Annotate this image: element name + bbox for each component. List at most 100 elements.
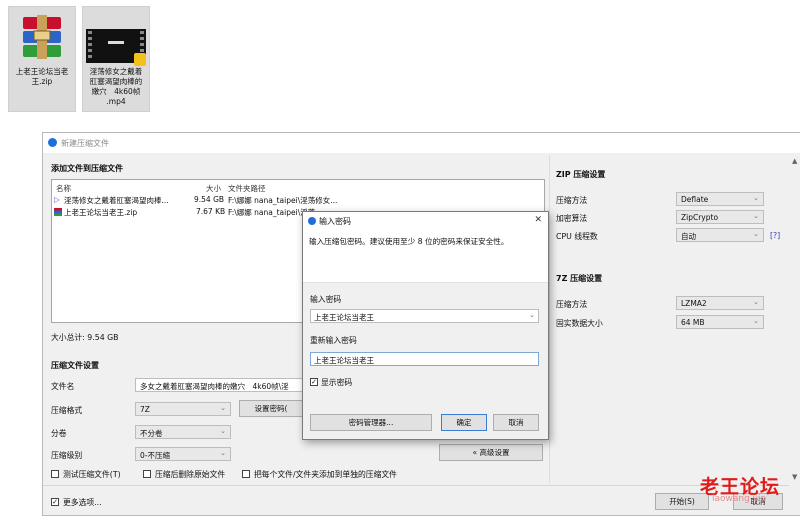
dialog-title: 输入密码 bbox=[319, 217, 351, 226]
format-select[interactable]: 7Z ⌄ bbox=[135, 402, 231, 416]
chevron-down-icon[interactable]: ⌄ bbox=[529, 311, 535, 319]
more-options-label: 更多选项... bbox=[63, 498, 102, 507]
show-password-label: 显示密码 bbox=[321, 378, 353, 387]
app-logo-icon bbox=[48, 138, 57, 147]
mp4-file-label: 淫荡修女之戴着 肛塞渴望肉棒的 嫩穴 4k60帧 .mp4 bbox=[85, 67, 147, 107]
filename-label: 文件名 bbox=[51, 382, 75, 391]
separate-archive-label: 把每个文件/文件夹添加到单独的压缩文件 bbox=[254, 470, 397, 479]
mp4-label-line-4: .mp4 bbox=[106, 97, 126, 106]
format-value: 7Z bbox=[140, 405, 150, 414]
level-value: 0-不压缩 bbox=[140, 451, 170, 460]
dialog-hint: 输入压缩包密码。建议使用至少 8 位的密码来保证安全性。 bbox=[309, 237, 509, 246]
total-size: 大小总计: 9.54 GB bbox=[51, 333, 119, 342]
vertical-scrollbar[interactable]: ▲ ▼ bbox=[789, 153, 800, 515]
app-logo-icon bbox=[308, 217, 316, 225]
settings-panel: ZIP 压缩设置 压缩方法 Deflate ⌄ 加密算法 ZipCrypto ⌄ C… bbox=[549, 155, 790, 483]
chevron-down-icon: ⌄ bbox=[753, 194, 759, 202]
zip-settings-heading: ZIP 压缩设置 bbox=[556, 170, 606, 179]
column-name[interactable]: 名称 bbox=[56, 183, 71, 194]
mp4-label-line-3: 嫩穴 4k60帧 bbox=[91, 87, 141, 96]
zip-method-select[interactable]: Deflate ⌄ bbox=[676, 192, 764, 206]
chevron-down-icon: ⌄ bbox=[753, 212, 759, 220]
7z-settings-heading: 7Z 压缩设置 bbox=[556, 274, 603, 283]
zip-file-label: 上老王论坛当老王.zip bbox=[15, 67, 69, 86]
zip-file-desktop-icon[interactable]: 上老王论坛当老王.zip bbox=[8, 6, 76, 112]
solid-size-label: 固实数据大小 bbox=[556, 319, 603, 328]
column-size[interactable]: 大小 bbox=[206, 183, 221, 194]
7z-method-label: 压缩方法 bbox=[556, 300, 588, 309]
filename-input[interactable]: 多女之戴着肛塞渴望肉棒的嫩穴 4k60帧\淫 bbox=[135, 378, 303, 392]
filename-value: 多女之戴着肛塞渴望肉棒的嫩穴 4k60帧\淫 bbox=[140, 382, 289, 391]
7z-method-select[interactable]: LZMA2 ⌄ bbox=[676, 296, 764, 310]
password-input[interactable]: 上老王论坛当老王 ⌄ bbox=[310, 309, 539, 323]
video-file-icon bbox=[86, 29, 146, 66]
chevron-down-icon: ⌄ bbox=[220, 404, 226, 412]
scroll-up-icon[interactable]: ▲ bbox=[792, 157, 797, 165]
file-row[interactable]: ▷ 淫荡修女之戴着肛塞渴望肉棒... 9.54 GB F:\娜娜 nana_ta… bbox=[52, 194, 544, 206]
password-manager-button[interactable]: 密码管理器... bbox=[310, 414, 432, 431]
chevron-down-icon: ⌄ bbox=[753, 298, 759, 306]
separate-archive-checkbox[interactable] bbox=[242, 470, 250, 478]
delete-original-checkbox[interactable] bbox=[143, 470, 151, 478]
password-dialog: 输入密码 ✕ 输入压缩包密码。建议使用至少 8 位的密码来保证安全性。 输入密码… bbox=[302, 211, 549, 440]
window-titlebar: 新建压缩文件 bbox=[43, 133, 800, 153]
file-size: 9.54 GB bbox=[194, 195, 225, 204]
format-label: 压缩格式 bbox=[51, 406, 83, 415]
close-icon[interactable]: ✕ bbox=[534, 215, 542, 225]
encrypt-value: ZipCrypto bbox=[681, 213, 719, 222]
delete-original-label: 压缩后删除原始文件 bbox=[155, 470, 226, 479]
test-archive-checkbox[interactable] bbox=[51, 470, 59, 478]
test-archive-label: 测试压缩文件(T) bbox=[63, 470, 121, 479]
footer-divider bbox=[43, 485, 789, 486]
mp4-label-line-2: 肛塞渴望肉棒的 bbox=[89, 77, 143, 86]
encrypt-select[interactable]: ZipCrypto ⌄ bbox=[676, 210, 764, 224]
show-password-checkbox[interactable]: ✓ bbox=[310, 378, 318, 386]
file-list-header: 名称 大小 文件夹路径 bbox=[52, 182, 544, 194]
watermark-subtext: laowang.vip bbox=[712, 494, 767, 504]
winrar-archive-icon bbox=[23, 15, 61, 59]
dialog-hint-area: 输入压缩包密码。建议使用至少 8 位的密码来保证安全性。 bbox=[303, 230, 548, 283]
file-size: 7.67 KB bbox=[196, 207, 226, 216]
reenter-password-input[interactable]: 上老王论坛当老王 bbox=[310, 352, 539, 366]
solid-size-value: 64 MB bbox=[681, 318, 705, 327]
mp4-file-desktop-icon[interactable]: 淫荡修女之戴着 肛塞渴望肉棒的 嫩穴 4k60帧 .mp4 bbox=[82, 6, 150, 112]
solid-size-select[interactable]: 64 MB ⌄ bbox=[676, 315, 764, 329]
split-value: 不分卷 bbox=[140, 429, 163, 438]
split-select[interactable]: 不分卷 ⌄ bbox=[135, 425, 231, 439]
encrypt-label: 加密算法 bbox=[556, 214, 588, 223]
scroll-down-icon[interactable]: ▼ bbox=[792, 473, 797, 481]
more-options-checkbox[interactable]: ✓ bbox=[51, 498, 59, 506]
chevron-down-icon: ⌄ bbox=[753, 230, 759, 238]
video-file-icon: ▷ bbox=[54, 195, 60, 204]
chevron-down-icon: ⌄ bbox=[220, 427, 226, 435]
cpu-threads-select[interactable]: 自动 ⌄ bbox=[676, 228, 764, 242]
archive-settings-heading: 压缩文件设置 bbox=[51, 361, 99, 370]
add-files-heading: 添加文件到压缩文件 bbox=[51, 164, 123, 173]
7z-method-value: LZMA2 bbox=[681, 299, 707, 308]
password-value: 上老王论坛当老王 bbox=[314, 313, 374, 322]
column-path[interactable]: 文件夹路径 bbox=[228, 183, 266, 194]
chevron-down-icon: ⌄ bbox=[220, 449, 226, 457]
file-name: 上老王论坛当老王.zip bbox=[64, 208, 138, 217]
cpu-threads-label: CPU 线程数 bbox=[556, 232, 598, 241]
level-label: 压缩级别 bbox=[51, 451, 83, 460]
reenter-value: 上老王论坛当老王 bbox=[314, 356, 374, 365]
zip-method-value: Deflate bbox=[681, 195, 709, 204]
split-label: 分卷 bbox=[51, 429, 67, 438]
zip-method-label: 压缩方法 bbox=[556, 196, 588, 205]
zip-file-icon bbox=[54, 208, 62, 216]
chevron-down-icon: ⌄ bbox=[753, 317, 759, 325]
level-select[interactable]: 0-不压缩 ⌄ bbox=[135, 447, 231, 461]
window-title: 新建压缩文件 bbox=[61, 139, 109, 148]
advanced-settings-button[interactable]: « 高级设置 bbox=[439, 444, 543, 461]
dialog-cancel-button[interactable]: 取消 bbox=[493, 414, 539, 431]
file-name: 淫荡修女之戴着肛塞渴望肉棒... bbox=[64, 196, 169, 205]
dialog-titlebar: 输入密码 ✕ bbox=[303, 212, 548, 230]
ok-button[interactable]: 确定 bbox=[441, 414, 487, 431]
set-password-button[interactable]: 设置密码( bbox=[239, 400, 303, 417]
file-path: F:\娜娜 nana_taipei\淫荡修女... bbox=[228, 196, 338, 205]
password-label: 输入密码 bbox=[310, 295, 342, 304]
help-link[interactable]: [?] bbox=[770, 231, 780, 240]
cpu-threads-value: 自动 bbox=[681, 232, 696, 241]
mp4-label-line-1: 淫荡修女之戴着 bbox=[89, 67, 143, 76]
